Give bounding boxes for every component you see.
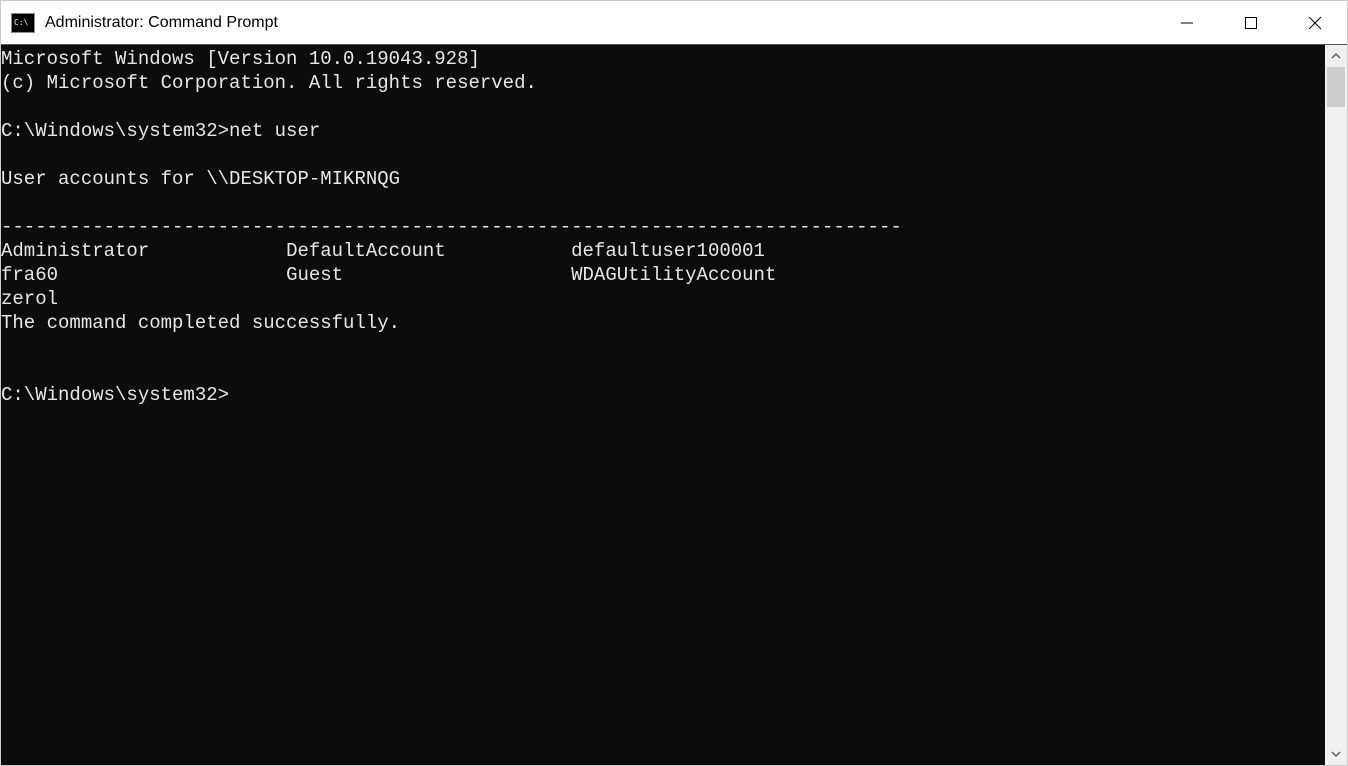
user-cell: Guest (286, 264, 571, 286)
user-cell: Administrator (1, 240, 286, 262)
prompt: C:\Windows\system32> (1, 120, 229, 142)
close-icon (1308, 16, 1322, 30)
output-header: User accounts for \\DESKTOP-MIKRNQG (1, 167, 1325, 191)
user-cell: fra60 (1, 264, 286, 286)
cmd-icon (11, 13, 35, 33)
prompt: C:\Windows\system32> (1, 384, 229, 406)
titlebar[interactable]: Administrator: Command Prompt (1, 1, 1347, 45)
blank-line (1, 191, 1325, 215)
banner-line: (c) Microsoft Corporation. All rights re… (1, 71, 1325, 95)
scroll-down-arrow-icon[interactable] (1325, 743, 1347, 765)
table-row: Administrator DefaultAccount defaultuser… (1, 239, 1325, 263)
window-controls (1155, 1, 1347, 44)
blank-line (1, 359, 1325, 383)
minimize-icon (1180, 16, 1194, 30)
prompt-line: C:\Windows\system32> (1, 383, 1325, 407)
maximize-icon (1244, 16, 1258, 30)
console-output[interactable]: Microsoft Windows [Version 10.0.19043.92… (1, 45, 1325, 765)
window-title: Administrator: Command Prompt (45, 14, 1155, 32)
user-cell: defaultuser100001 (571, 240, 765, 262)
maximize-button[interactable] (1219, 1, 1283, 44)
user-cell: zerol (1, 288, 58, 310)
typed-command: net user (229, 120, 320, 142)
console-area: Microsoft Windows [Version 10.0.19043.92… (1, 45, 1347, 765)
table-row: zerol (1, 287, 1325, 311)
prompt-line: C:\Windows\system32>net user (1, 119, 1325, 143)
user-cell: DefaultAccount (286, 240, 571, 262)
blank-line (1, 335, 1325, 359)
vertical-scrollbar[interactable] (1325, 45, 1347, 765)
minimize-button[interactable] (1155, 1, 1219, 44)
blank-line (1, 95, 1325, 119)
banner-line: Microsoft Windows [Version 10.0.19043.92… (1, 47, 1325, 71)
scroll-thumb[interactable] (1327, 67, 1345, 107)
scroll-track[interactable] (1325, 67, 1347, 743)
user-cell: WDAGUtilityAccount (571, 264, 776, 286)
completion-message: The command completed successfully. (1, 311, 1325, 335)
scroll-up-arrow-icon[interactable] (1325, 45, 1347, 67)
blank-line (1, 143, 1325, 167)
table-row: fra60 Guest WDAGUtilityAccount (1, 263, 1325, 287)
close-button[interactable] (1283, 1, 1347, 44)
separator-line: ----------------------------------------… (1, 215, 1325, 239)
